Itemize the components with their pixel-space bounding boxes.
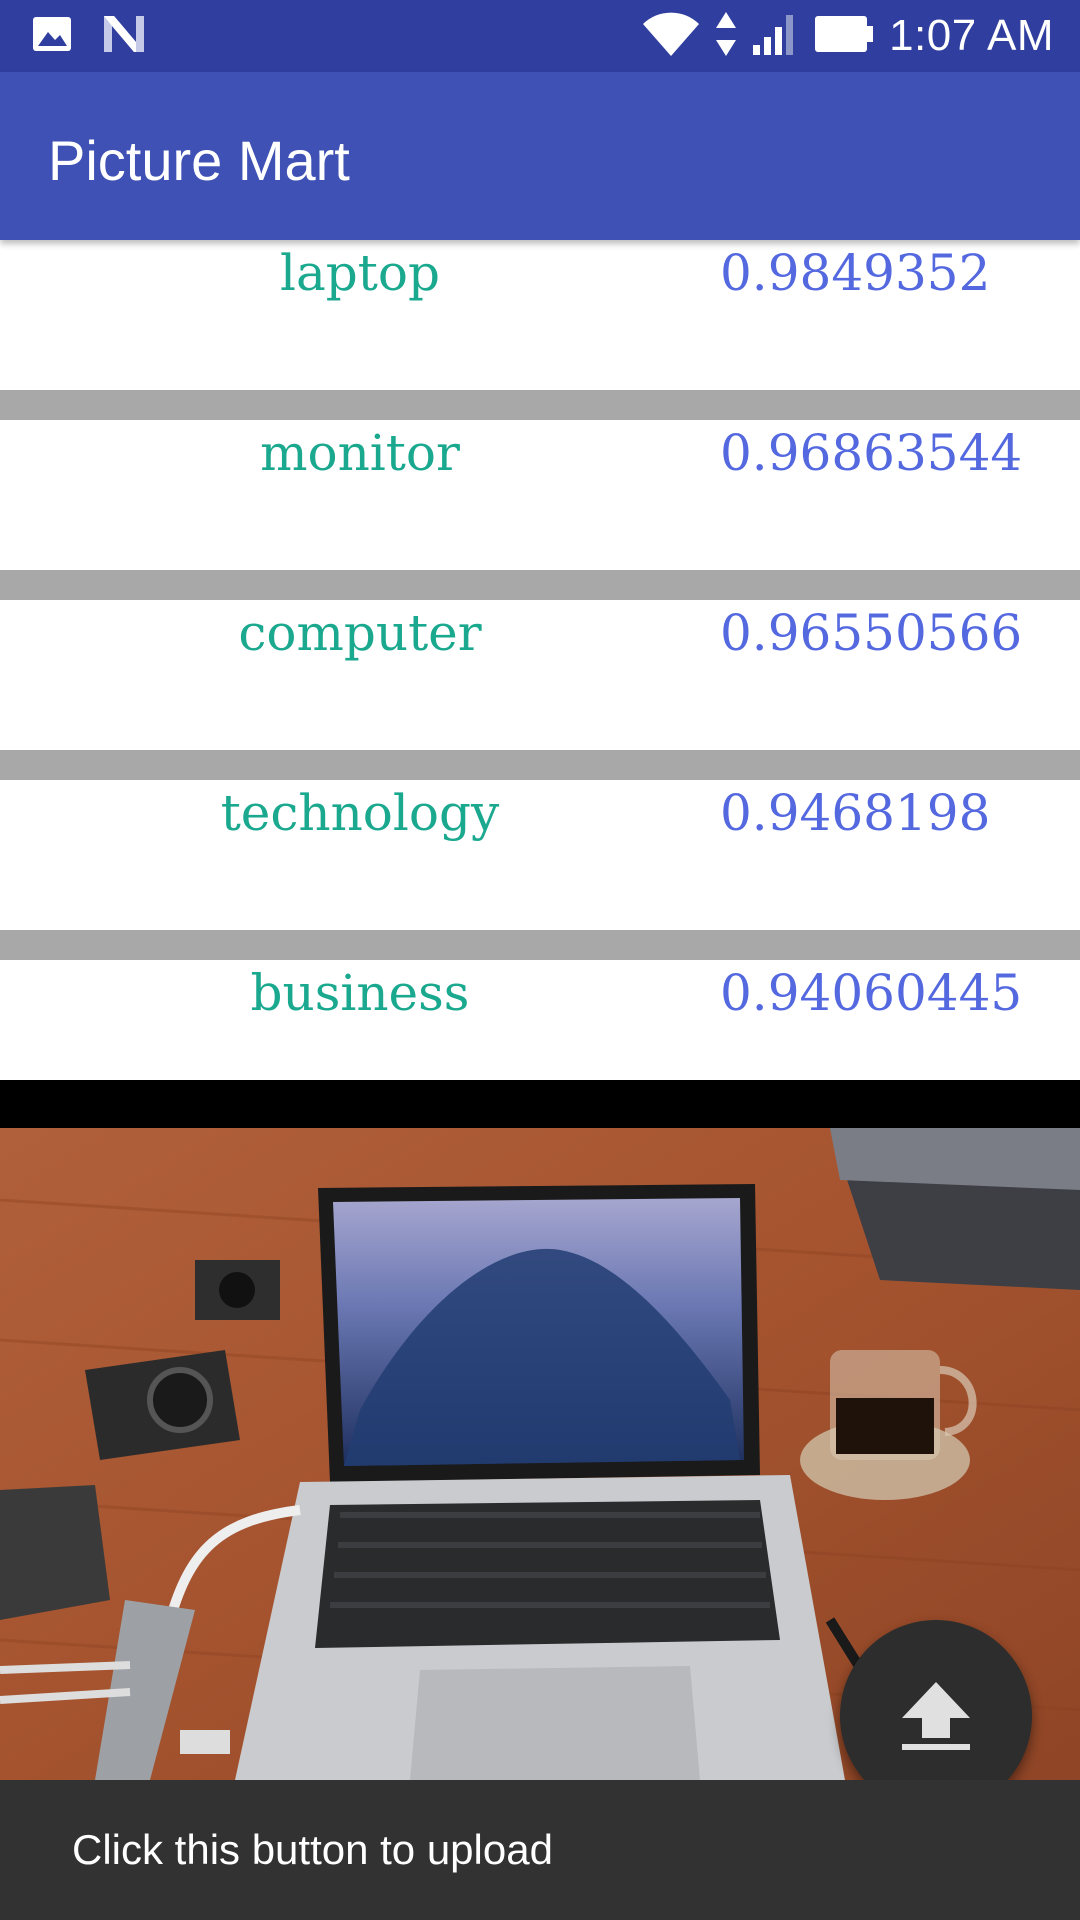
list-divider: [0, 750, 1080, 780]
list-item[interactable]: technology 0.9468198: [0, 780, 1080, 930]
list-item[interactable]: laptop 0.9849352: [0, 240, 1080, 390]
signal-icon: [751, 11, 799, 62]
app-title: Picture Mart: [48, 129, 350, 192]
list-item[interactable]: business 0.94060445: [0, 960, 1080, 1080]
results-list[interactable]: laptop 0.9849352 monitor 0.96863544 comp…: [0, 240, 1080, 1080]
result-score: 0.94060445: [720, 964, 1023, 1022]
list-divider: [0, 930, 1080, 960]
list-item[interactable]: computer 0.96550566: [0, 600, 1080, 750]
result-score: 0.96550566: [720, 604, 1023, 662]
status-bar-left: [32, 14, 146, 58]
result-label: laptop: [279, 244, 440, 302]
upload-icon: [902, 1682, 970, 1750]
result-score: 0.96863544: [720, 424, 1023, 482]
list-item[interactable]: monitor 0.96863544: [0, 420, 1080, 570]
list-divider: [0, 570, 1080, 600]
status-bar: 1:07 AM: [0, 0, 1080, 72]
result-label: monitor: [260, 424, 460, 482]
data-arrows-icon: [715, 10, 737, 63]
result-label: computer: [238, 604, 482, 662]
status-time: 1:07 AM: [889, 11, 1054, 60]
wifi-icon: [641, 10, 701, 63]
result-score: 0.9849352: [720, 244, 991, 302]
result-label: business: [250, 964, 470, 1022]
list-divider: [0, 390, 1080, 420]
battery-icon: [813, 14, 875, 59]
result-label: technology: [220, 784, 500, 842]
snackbar-message: Click this button to upload: [72, 1826, 553, 1873]
image-icon: [32, 16, 72, 57]
app-bar: Picture Mart: [0, 72, 1080, 240]
result-score: 0.9468198: [720, 784, 991, 842]
snackbar: Click this button to upload: [0, 1780, 1080, 1920]
notification-n-icon: [102, 14, 146, 59]
status-bar-right: 1:07 AM: [641, 10, 1054, 62]
